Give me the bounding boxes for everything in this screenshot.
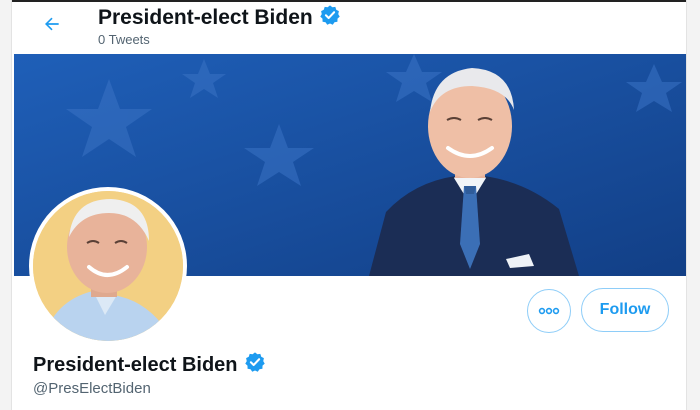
tweet-count: 0 Tweets bbox=[98, 32, 150, 47]
profile-name-row: President-elect Biden bbox=[33, 351, 266, 379]
header-title: President-elect Biden bbox=[98, 4, 341, 32]
arrow-left-icon bbox=[42, 14, 62, 39]
window-left-border bbox=[0, 0, 12, 410]
more-options-button[interactable] bbox=[527, 289, 571, 333]
profile-display-name: President-elect Biden bbox=[33, 353, 238, 376]
window-right-border bbox=[686, 0, 700, 410]
back-button[interactable] bbox=[36, 10, 68, 42]
verified-badge-icon bbox=[244, 351, 266, 379]
header-display-name: President-elect Biden bbox=[98, 6, 313, 29]
profile-header: President-elect Biden 0 Tweets bbox=[14, 2, 686, 54]
follow-button[interactable]: Follow bbox=[581, 288, 669, 332]
avatar[interactable] bbox=[29, 187, 187, 345]
more-options-icon bbox=[538, 302, 560, 320]
profile-handle: @PresElectBiden bbox=[33, 380, 151, 397]
verified-badge-icon bbox=[319, 4, 341, 32]
avatar-photo bbox=[33, 191, 183, 341]
